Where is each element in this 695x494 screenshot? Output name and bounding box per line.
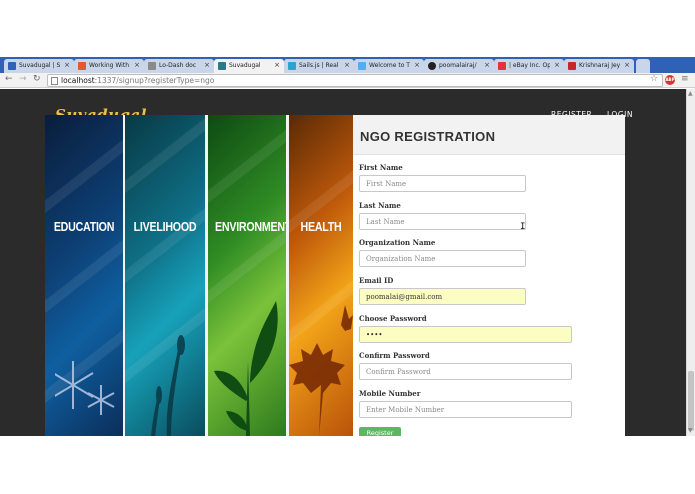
scroll-up-arrow-icon[interactable]: ▲ xyxy=(688,90,693,97)
tab-favicon-icon xyxy=(218,62,226,70)
livelihood-label: LIVELIHOOD xyxy=(133,219,197,234)
tab-label: Suvadugal | S xyxy=(19,62,60,69)
card-header: NGO REGISTRATION xyxy=(353,115,625,155)
back-arrow-icon[interactable]: ← xyxy=(5,74,13,84)
tab-label: | eBay Inc. Op xyxy=(509,62,550,69)
scroll-down-arrow-icon[interactable]: ▼ xyxy=(688,427,693,434)
tab-label: Welcome to T xyxy=(369,62,410,69)
register-submit-button[interactable]: Register xyxy=(359,427,401,436)
tab-strip: Suvadugal | S × Working With × Lo-Dash d… xyxy=(0,57,695,73)
email-label: Email ID xyxy=(359,276,394,285)
mobile-number-input[interactable] xyxy=(359,401,572,418)
tab-2[interactable]: Lo-Dash doc × xyxy=(144,59,214,73)
browser-screen: Suvadugal | S × Working With × Lo-Dash d… xyxy=(0,0,695,494)
tab-favicon-icon xyxy=(8,62,16,70)
text-cursor-icon: I xyxy=(520,222,526,232)
tab-label: poomalairaj/ xyxy=(439,62,477,69)
tab-6[interactable]: poomalairaj/ × xyxy=(424,59,494,73)
last-name-input[interactable] xyxy=(359,213,526,230)
menu-icon[interactable]: ≡ xyxy=(681,74,689,84)
tab-favicon-icon xyxy=(568,62,576,70)
tab-favicon-icon xyxy=(428,62,436,70)
bookmark-star-icon[interactable]: ☆ xyxy=(650,74,658,84)
environment-label: ENVIRONMENT xyxy=(215,219,286,234)
livelihood-panel: LIVELIHOOD xyxy=(125,115,205,436)
choose-password-input[interactable] xyxy=(359,326,572,343)
adblock-icon[interactable]: ABP xyxy=(665,75,675,85)
tab-close-icon[interactable]: × xyxy=(344,61,350,69)
tab-close-icon[interactable]: × xyxy=(484,61,490,69)
tab-close-icon[interactable]: × xyxy=(414,61,420,69)
ngo-registration-card: NGO REGISTRATION First Name Last Name Or… xyxy=(353,115,625,436)
health-label: HEALTH xyxy=(300,219,342,234)
environment-panel: ENVIRONMENT xyxy=(208,115,286,436)
tab-label: Suvadugal xyxy=(229,62,261,69)
tab-label: Lo-Dash doc xyxy=(159,62,197,69)
page-icon xyxy=(51,77,58,85)
snowflake-icon xyxy=(55,361,115,415)
tab-8[interactable]: Krishnaraj Jeya × xyxy=(564,59,634,73)
tab-label: Krishnaraj Jeya xyxy=(579,62,620,69)
tab-7[interactable]: | eBay Inc. Op × xyxy=(494,59,564,73)
new-tab-button[interactable] xyxy=(636,59,650,73)
tab-close-icon[interactable]: × xyxy=(554,61,560,69)
first-name-input[interactable] xyxy=(359,175,526,192)
tab-0[interactable]: Suvadugal | S × xyxy=(4,59,74,73)
tab-favicon-icon xyxy=(78,62,86,70)
tab-favicon-icon xyxy=(498,62,506,70)
confirm-password-label: Confirm Password xyxy=(359,351,430,360)
health-panel: HEALTH xyxy=(289,115,353,436)
tab-3-active[interactable]: Suvadugal × xyxy=(214,59,284,73)
tab-favicon-icon xyxy=(148,62,156,70)
education-label: EDUCATION xyxy=(53,219,115,234)
page-viewport: Suvadugal REGISTER LOGIN EDUCATION xyxy=(0,89,686,436)
tab-4[interactable]: Sails.js | Real × xyxy=(284,59,354,73)
tab-close-icon[interactable]: × xyxy=(274,61,280,69)
organization-name-label: Organization Name xyxy=(359,238,436,247)
tab-label: Sails.js | Real xyxy=(299,62,339,69)
address-bar[interactable]: localhost:1337/signup?registerType=ngo xyxy=(47,74,663,87)
maple-leaf-icon xyxy=(289,305,353,436)
tab-close-icon[interactable]: × xyxy=(64,61,70,69)
address-path: :1337/signup?registerType=ngo xyxy=(94,76,215,85)
organization-name-input[interactable] xyxy=(359,250,526,267)
tab-close-icon[interactable]: × xyxy=(134,61,140,69)
first-name-label: First Name xyxy=(359,163,403,172)
choose-password-label: Choose Password xyxy=(359,314,427,323)
address-host: localhost xyxy=(61,76,95,85)
tab-favicon-icon xyxy=(288,62,296,70)
browser-toolbar: ← → ↻ localhost:1337/signup?registerType… xyxy=(0,73,695,88)
email-input[interactable] xyxy=(359,288,526,305)
tab-close-icon[interactable]: × xyxy=(204,61,210,69)
scrollbar-thumb[interactable] xyxy=(688,371,694,431)
last-name-label: Last Name xyxy=(359,201,401,210)
tab-5[interactable]: Welcome to T × xyxy=(354,59,424,73)
form-title: NGO REGISTRATION xyxy=(360,129,496,144)
plant-silhouette-icon xyxy=(151,335,185,436)
forward-arrow-icon[interactable]: → xyxy=(19,74,27,84)
confirm-password-input[interactable] xyxy=(359,363,572,380)
education-panel: EDUCATION xyxy=(45,115,123,436)
tab-1[interactable]: Working With × xyxy=(74,59,144,73)
tab-close-icon[interactable]: × xyxy=(624,61,630,69)
leaf-sprout-icon xyxy=(214,301,278,436)
tab-label: Working With xyxy=(89,62,130,69)
reload-icon[interactable]: ↻ xyxy=(33,74,41,84)
page-scrollbar[interactable]: ▲ ▼ xyxy=(686,89,695,436)
mobile-number-label: Mobile Number xyxy=(359,389,421,398)
tab-favicon-icon xyxy=(358,62,366,70)
